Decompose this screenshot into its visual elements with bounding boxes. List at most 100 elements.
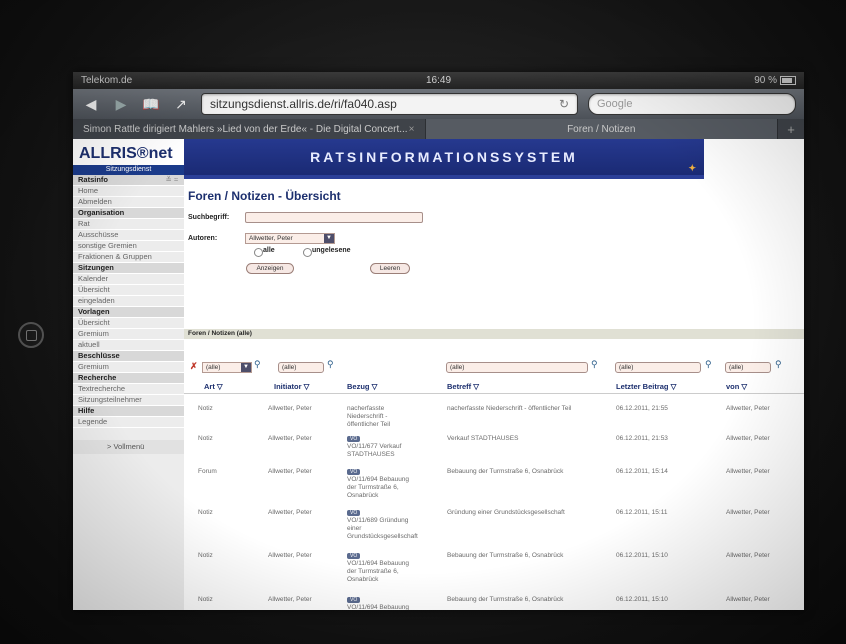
search-icon[interactable]: ⚲	[327, 359, 334, 370]
sidebar-item-label: Übersicht	[78, 318, 110, 327]
sidebar-section-header: Recherche	[73, 373, 184, 384]
show-button[interactable]: Anzeigen	[246, 263, 294, 274]
sidebar-item[interactable]: Legende	[73, 417, 184, 428]
battery-icon	[780, 76, 796, 85]
sidebar-item[interactable]: eingeladen	[73, 296, 184, 307]
sidebar-item[interactable]: Fraktionen & Gruppen	[73, 252, 184, 263]
tab-digital-concert[interactable]: Simon Rattle dirigiert Mahlers »Lied von…	[73, 119, 426, 139]
cell-bezug[interactable]: VO VO/11/689 Gründung einer Grundstücksge…	[347, 509, 419, 541]
sidebar-item[interactable]: Sitzungsteilnehmer	[73, 395, 184, 406]
full-menu-link[interactable]: > Vollmenü	[73, 440, 184, 454]
sidebar-item[interactable]: sonstige Gremien	[73, 241, 184, 252]
search-icon[interactable]: ⚲	[591, 359, 598, 370]
sidebar-item[interactable]: Übersicht	[73, 318, 184, 329]
filter-betreff-input[interactable]: (alle)	[446, 362, 588, 373]
radio-unread[interactable]	[303, 248, 312, 257]
cell-betreff[interactable]: Gründung einer Grundstücksgesellschaft	[447, 509, 612, 517]
col-header-art[interactable]: Art ▽	[204, 382, 223, 391]
url-bar[interactable]: sitzungsdienst.allris.de/ri/fa040.asp ↻	[201, 93, 578, 115]
sidebar-item[interactable]: Home	[73, 186, 184, 197]
sidebar-item[interactable]: Textrecherche	[73, 384, 184, 395]
close-tab-icon[interactable]: ×	[409, 124, 415, 135]
filter-date-input[interactable]: (alle)	[615, 362, 701, 373]
sidebar-item-label: Abmelden	[78, 197, 112, 206]
col-header-initiator[interactable]: Initiator ▽	[274, 382, 309, 391]
section-header: Foren / Notizen (alle)	[184, 329, 804, 339]
sidebar-section-header: Vorlagen	[73, 307, 184, 318]
forward-arrow-icon[interactable]: ▶	[111, 96, 131, 113]
main-content: Foren / Notizen - Übersicht Suchbegriff:…	[184, 179, 804, 610]
cell-betreff[interactable]: Bebauung der Turmstraße 6, Osnabrück	[447, 552, 612, 560]
allris-logo[interactable]: ALLRIS®net Sitzungsdienst	[73, 139, 184, 176]
collapse-icon[interactable]: ≚ ≈	[166, 175, 184, 185]
share-icon[interactable]: ↗	[171, 96, 191, 113]
radio-all[interactable]	[254, 248, 263, 257]
sidebar-item[interactable]: Abmelden	[73, 197, 184, 208]
clear-filter-icon[interactable]: ✗	[190, 361, 198, 372]
search-input[interactable]: Google	[588, 93, 796, 115]
cell-betreff[interactable]: nacherfasste Niederschrift - öffentliche…	[447, 405, 612, 413]
cell-letzter-beitrag: 06.12.2011, 15:10	[616, 596, 668, 603]
sidebar-item[interactable]: Gremium	[73, 362, 184, 373]
vo-badge: VO	[347, 597, 361, 603]
cell-bezug[interactable]: nacherfasste Niederschrift - öffentliche…	[347, 405, 419, 429]
bezug-text: VO/11/689 Gründung einer Grundstücksgese…	[347, 517, 418, 540]
search-placeholder: Google	[597, 98, 633, 110]
sidebar-item-label: Sitzungen	[78, 263, 114, 272]
bezug-text: VO/11/694 Bebauung der Turmstraße 6, Osn…	[347, 476, 410, 499]
cell-art: Notiz	[198, 405, 213, 412]
sidebar-item-label: Recherche	[78, 373, 117, 382]
chevron-down-icon: ▼	[324, 234, 334, 243]
sidebar-item[interactable]: Ausschüsse	[73, 230, 184, 241]
back-arrow-icon[interactable]: ◀	[81, 96, 101, 113]
filter-von-input[interactable]: (alle)	[725, 362, 771, 373]
col-header-betreff[interactable]: Betreff ▽	[447, 382, 479, 391]
clear-button[interactable]: Leeren	[370, 263, 410, 274]
sidebar-item-label: Beschlüsse	[78, 351, 120, 360]
sidebar-item[interactable]: Gremium	[73, 329, 184, 340]
authors-select[interactable]: Allwetter, Peter ▼	[245, 233, 335, 244]
filter-initiator-input[interactable]: (alle)	[278, 362, 324, 373]
sidebar-item-label: Gremium	[78, 362, 109, 371]
search-term-field[interactable]	[245, 212, 423, 223]
vo-badge: VO	[347, 436, 361, 442]
search-icon[interactable]: ⚲	[775, 359, 782, 370]
cell-betreff[interactable]: Bebauung der Turmstraße 6, Osnabrück	[447, 596, 612, 604]
search-icon[interactable]: ⚲	[705, 359, 712, 370]
authors-label: Autoren:	[188, 235, 218, 242]
radio-unread-label: ungelesene	[312, 247, 351, 254]
cell-betreff[interactable]: Bebauung der Turmstraße 6, Osnabrück	[447, 468, 612, 476]
col-header-bezug[interactable]: Bezug ▽	[347, 382, 377, 391]
sidebar-item-label: Hilfe	[78, 406, 95, 415]
cell-bezug[interactable]: VO VO/11/694 Bebauung	[347, 596, 419, 610]
reload-icon[interactable]: ↻	[559, 97, 569, 111]
cell-betreff[interactable]: Verkauf STADTHAUSES	[447, 435, 612, 443]
clock: 16:49	[425, 75, 452, 86]
sidebar-item-label: Fraktionen & Gruppen	[78, 252, 152, 261]
cell-von: Allwetter, Peter	[726, 468, 770, 475]
filter-art-select[interactable]: (alle) ▼	[202, 362, 252, 373]
sidebar-item[interactable]: aktuell	[73, 340, 184, 351]
cell-art: Notiz	[198, 552, 213, 559]
cell-initiator: Allwetter, Peter	[268, 552, 312, 559]
home-button[interactable]	[18, 322, 44, 348]
cell-initiator: Allwetter, Peter	[268, 509, 312, 516]
col-header-von[interactable]: von ▽	[726, 382, 747, 391]
cell-initiator: Allwetter, Peter	[268, 405, 312, 412]
sidebar-item[interactable]: Übersicht	[73, 285, 184, 296]
new-tab-icon[interactable]: +	[778, 119, 804, 139]
cell-bezug[interactable]: VO VO/11/677 Verkauf STADTHAUSES	[347, 435, 419, 459]
sidebar-item-label: Organisation	[78, 208, 125, 217]
search-icon[interactable]: ⚲	[254, 359, 261, 370]
cell-bezug[interactable]: VO VO/11/694 Bebauung der Turmstraße 6, O…	[347, 468, 419, 500]
sidebar-item[interactable]: Rat	[73, 219, 184, 230]
tab-foren-notizen[interactable]: Foren / Notizen	[425, 119, 778, 139]
sidebar-item[interactable]: Kalender	[73, 274, 184, 285]
status-bar: Telekom.de 16:49 90 %	[73, 72, 804, 89]
cell-von: Allwetter, Peter	[726, 509, 770, 516]
bookmarks-icon[interactable]: 📖	[141, 96, 161, 113]
cell-bezug[interactable]: VO VO/11/694 Bebauung der Turmstraße 6, O…	[347, 552, 419, 584]
cell-letzter-beitrag: 06.12.2011, 21:55	[616, 405, 668, 412]
col-header-letzter-beitrag[interactable]: Letzter Beitrag ▽	[616, 382, 676, 391]
cell-letzter-beitrag: 06.12.2011, 15:14	[616, 468, 668, 475]
